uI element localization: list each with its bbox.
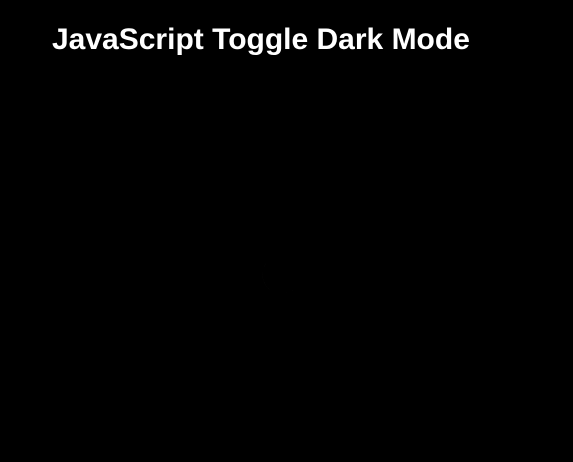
page-title: JavaScript Toggle Dark Mode [52,23,470,56]
moon-icon-shape [262,261,295,294]
dark-mode-toggle-button[interactable] [246,250,302,306]
moon-icon [251,255,297,301]
moon-icon-svg [262,261,295,294]
